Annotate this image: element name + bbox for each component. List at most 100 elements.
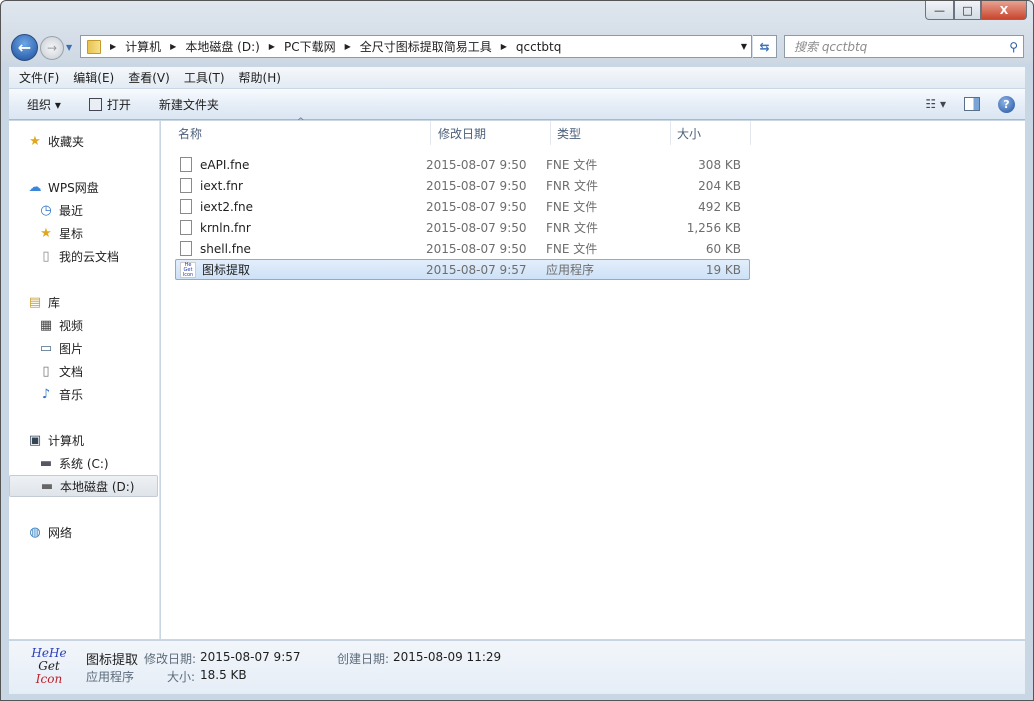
column-name[interactable]: 名称 ^ — [161, 117, 431, 145]
sidebar-item-label: 收藏夹 — [48, 134, 85, 149]
view-options-button[interactable]: ☷ ▾ — [925, 97, 946, 111]
app-logo: HeHe Get Icon — [31, 646, 67, 686]
sidebar-item-icon: ★ — [29, 133, 41, 149]
menu-file[interactable]: 文件(F) — [12, 69, 66, 86]
file-date: 2015-08-07 9:50 — [426, 157, 527, 172]
file-type: FNR 文件 — [546, 179, 599, 193]
file-type: FNE 文件 — [546, 158, 598, 172]
file-date: 2015-08-07 9:50 — [426, 220, 527, 235]
file-name: eAPI.fne — [200, 157, 250, 172]
sidebar-item-icon: ▣ — [28, 432, 42, 448]
file-icon — [180, 157, 192, 172]
sidebar-item[interactable]: ▭ 图片 — [9, 337, 158, 359]
sidebar-item[interactable]: ♪ 音乐 — [9, 383, 158, 405]
help-icon[interactable]: ? — [998, 95, 1015, 113]
sidebar-item[interactable]: ◍ 网络 — [9, 521, 158, 543]
column-date[interactable]: 修改日期 — [431, 121, 551, 145]
search-icon[interactable]: ⚲ — [1009, 40, 1018, 54]
search-input[interactable]: 搜索 qcctbtq ⚲ — [784, 35, 1024, 58]
close-button[interactable]: X — [981, 1, 1027, 20]
sidebar-item[interactable]: ▬ 本地磁盘 (D:) — [9, 475, 158, 497]
details-modified-label: 修改日期: — [144, 652, 197, 666]
file-date: 2015-08-07 9:50 — [426, 178, 527, 193]
open-icon — [88, 97, 102, 111]
sidebar-item-icon: ☁ — [28, 179, 42, 195]
column-size[interactable]: 大小 — [671, 121, 751, 145]
sidebar-item-label: 系统 (C:) — [59, 456, 109, 471]
sidebar-item[interactable]: ▣ 计算机 — [9, 429, 158, 451]
file-size: 492 KB — [698, 199, 741, 214]
file-type: FNE 文件 — [546, 200, 598, 214]
breadcrumb-tool[interactable]: 全尺寸图标提取简易工具 — [360, 38, 492, 55]
details-pane: HeHe Get Icon 图标提取 修改日期: 2015-08-07 9:57 创… — [9, 640, 1025, 694]
search-placeholder: 搜索 qcctbtq — [794, 40, 868, 54]
minimize-button[interactable]: — — [925, 1, 954, 20]
sidebar-item-label: 星标 — [59, 226, 84, 241]
file-date: 2015-08-07 9:57 — [426, 262, 527, 277]
file-row[interactable]: eAPI.fne 2015-08-07 9:50 FNE 文件 308 KB — [175, 154, 750, 175]
sidebar-item[interactable]: ☁ WPS网盘 — [9, 176, 158, 198]
file-name: krnln.fnr — [200, 220, 251, 235]
file-row[interactable]: He Get Icon 图标提取 2015-08-07 9:57 应用程序 19 KB — [175, 259, 750, 280]
file-row[interactable]: iext.fnr 2015-08-07 9:50 FNR 文件 204 KB — [175, 175, 750, 196]
file-type: FNR 文件 — [546, 221, 599, 235]
details-name: 图标提取 — [86, 653, 139, 668]
sidebar-item-icon: ▬ — [40, 478, 54, 494]
breadcrumb-drive-d[interactable]: 本地磁盘 (D:) — [185, 38, 259, 55]
sidebar-item[interactable]: ★ 收藏夹 — [9, 130, 158, 152]
app-icon: He Get Icon — [180, 261, 196, 278]
sidebar-item[interactable]: ▬ 系统 (C:) — [9, 452, 158, 474]
file-list: 名称 ^ 修改日期 类型 大小 eAPI.fne 2015-08-07 9:50 FN… — [161, 117, 1025, 639]
column-headers: 名称 ^ 修改日期 类型 大小 — [161, 117, 751, 145]
file-size: 19 KB — [705, 262, 741, 277]
file-row[interactable]: iext2.fne 2015-08-07 9:50 FNE 文件 492 KB — [175, 196, 750, 217]
open-label: 打开 — [106, 97, 131, 112]
sidebar-item[interactable]: ▯ 我的云文档 — [9, 245, 158, 267]
recent-pages-dropdown[interactable]: ▼ — [66, 43, 72, 52]
column-type[interactable]: 类型 — [551, 121, 671, 145]
refresh-button[interactable]: ⇆ — [753, 35, 777, 58]
file-row[interactable]: shell.fne 2015-08-07 9:50 FNE 文件 60 KB — [175, 238, 750, 259]
file-size: 308 KB — [698, 157, 741, 172]
file-name: iext.fnr — [200, 178, 243, 193]
organize-label: 组织 ▾ — [27, 97, 61, 112]
back-button[interactable]: ← — [11, 34, 38, 61]
sidebar-item[interactable]: ▯ 文档 — [9, 360, 158, 382]
menu-tools[interactable]: 工具(T) — [177, 69, 232, 86]
open-button[interactable]: 打开 — [80, 89, 140, 119]
sidebar-item[interactable]: ▤ 库 — [9, 291, 158, 313]
new-folder-label: 新建文件夹 — [158, 97, 219, 112]
sidebar-item[interactable]: ◷ 最近 — [9, 199, 158, 221]
file-row[interactable]: krnln.fnr 2015-08-07 9:50 FNR 文件 1,256 KB — [175, 217, 750, 238]
breadcrumb-computer[interactable]: 计算机 — [125, 38, 161, 55]
file-name: shell.fne — [200, 241, 251, 256]
file-date: 2015-08-07 9:50 — [426, 241, 527, 256]
sidebar-item-label: 网络 — [48, 525, 73, 540]
sort-ascending-icon: ^ — [297, 117, 305, 127]
breadcrumb-pc[interactable]: PC下载网 — [284, 38, 336, 55]
maximize-button[interactable]: □ — [954, 1, 981, 20]
address-bar[interactable]: ▶ 计算机 ▶ 本地磁盘 (D:) ▶ PC下载网 ▶ 全尺寸图标提取简易工具 ▶ qc… — [80, 35, 752, 58]
forward-button[interactable]: → — [40, 35, 64, 60]
sidebar-item[interactable]: ▦ 视频 — [9, 314, 158, 336]
details-created: 2015-08-09 11:29 — [393, 650, 502, 664]
new-folder-button[interactable]: 新建文件夹 — [150, 89, 228, 119]
address-dropdown-icon[interactable]: ▼ — [741, 42, 747, 51]
menu-view[interactable]: 查看(V) — [121, 69, 177, 86]
column-date-label: 修改日期 — [438, 126, 487, 141]
sidebar-item-label: 我的云文档 — [59, 249, 120, 264]
breadcrumb-current[interactable]: qcctbtq — [516, 40, 561, 54]
organize-button[interactable]: 组织 ▾ — [9, 89, 70, 119]
folder-icon — [87, 39, 101, 54]
sidebar-item-label: 音乐 — [59, 387, 84, 402]
preview-pane-icon[interactable] — [964, 97, 980, 111]
sidebar-item-icon: ◍ — [29, 524, 41, 540]
menu-edit[interactable]: 编辑(E) — [66, 69, 121, 86]
file-icon — [180, 220, 192, 235]
menu-help[interactable]: 帮助(H) — [232, 69, 288, 86]
sidebar-item-label: 图片 — [59, 341, 84, 356]
sidebar-item-icon: ♪ — [41, 386, 51, 402]
sidebar-item-label: 视频 — [59, 318, 84, 333]
explorer-window: — □ X ← → ▼ ▶ 计算机 ▶ 本地磁盘 (D:) ▶ PC下载网 ▶ 全尺寸… — [0, 0, 1034, 701]
sidebar-item[interactable]: ★ 星标 — [9, 222, 158, 244]
